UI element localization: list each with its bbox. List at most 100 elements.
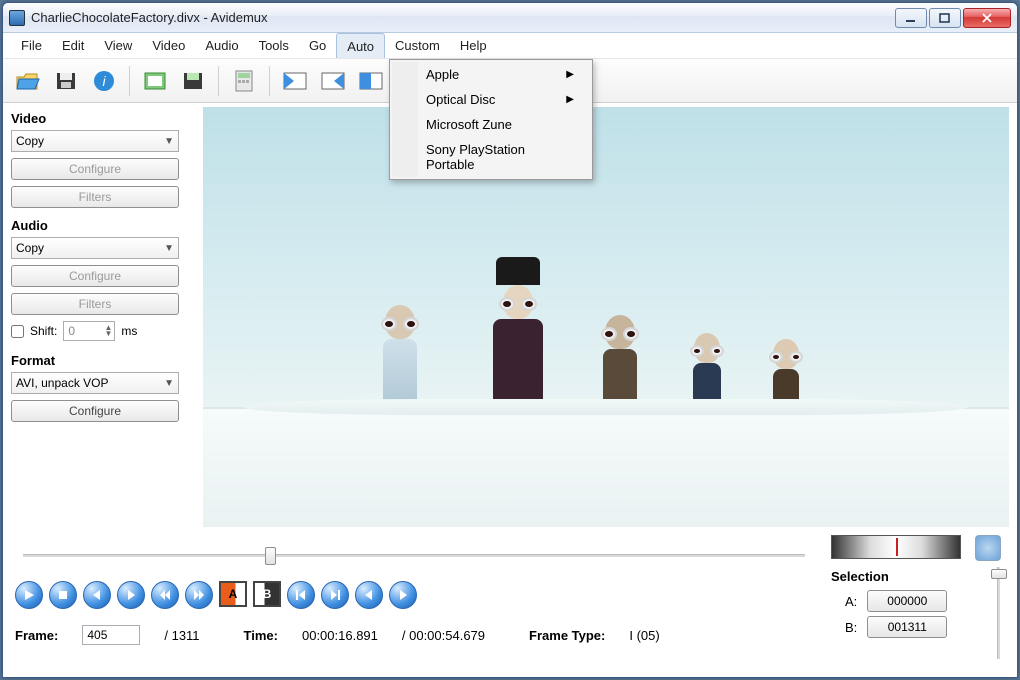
submenu-arrow-icon: ▶: [566, 69, 574, 80]
timeline-slider[interactable]: [23, 547, 805, 563]
load-script-button[interactable]: [138, 64, 172, 98]
frametype-label: Frame Type:: [529, 628, 605, 643]
goto-start-button[interactable]: [287, 581, 315, 609]
stop-button[interactable]: [49, 581, 77, 609]
audio-shift-checkbox[interactable]: [11, 325, 24, 338]
video-codec-value: Copy: [16, 134, 44, 148]
auto-menu-zune[interactable]: Microsoft Zune: [392, 112, 590, 137]
chevron-down-icon: ▼: [164, 378, 174, 389]
goto-end-button[interactable]: [321, 581, 349, 609]
minimize-button[interactable]: [895, 8, 927, 28]
menu-custom[interactable]: Custom: [385, 33, 450, 58]
auto-menu-apple[interactable]: Apple ▶: [392, 62, 590, 87]
set-marker-a-button[interactable]: A: [219, 581, 247, 607]
menu-auto[interactable]: Auto: [336, 33, 385, 58]
volume-slider[interactable]: [991, 567, 1005, 659]
next-keyframe-button[interactable]: [185, 581, 213, 609]
auto-menu-optical-disc[interactable]: Optical Disc ▶: [392, 87, 590, 112]
audio-shift-stepper[interactable]: 0 ▲▼: [63, 321, 115, 341]
frame-total: / 1311: [164, 628, 199, 643]
toolbar-separator: [218, 66, 219, 96]
prev-black-frame-button[interactable]: [355, 581, 383, 609]
submenu-arrow-icon: ▶: [566, 94, 574, 105]
audio-shift-row: Shift: 0 ▲▼ ms: [11, 321, 195, 341]
menu-video[interactable]: Video: [142, 33, 195, 58]
app-window: CharlieChocolateFactory.divx - Avidemux …: [2, 2, 1018, 678]
audio-codec-select[interactable]: Copy ▼: [11, 237, 179, 259]
audio-group-label: Audio: [11, 218, 195, 233]
menu-tools[interactable]: Tools: [249, 33, 299, 58]
selection-a-value[interactable]: 000000: [867, 590, 947, 612]
format-configure-button[interactable]: Configure: [11, 400, 179, 422]
marker-b-toolbar-button[interactable]: [316, 64, 350, 98]
play-button[interactable]: [15, 581, 43, 609]
video-filters-button[interactable]: Filters: [11, 186, 179, 208]
filter-preview-button[interactable]: [354, 64, 388, 98]
audio-configure-button[interactable]: Configure: [11, 265, 179, 287]
window-title: CharlieChocolateFactory.divx - Avidemux: [31, 10, 893, 25]
save-button[interactable]: [49, 64, 83, 98]
video-preview: [203, 107, 1009, 527]
titlebar: CharlieChocolateFactory.divx - Avidemux: [3, 3, 1017, 33]
video-codec-select[interactable]: Copy▼: [11, 130, 179, 152]
toolbar-separator: [269, 66, 270, 96]
video-configure-button[interactable]: Configure: [11, 158, 179, 180]
timeline-thumb[interactable]: [265, 547, 276, 565]
dd-label: Sony PlayStation Portable: [426, 142, 574, 172]
menu-go[interactable]: Go: [299, 33, 336, 58]
selection-b-label: B:: [845, 620, 857, 635]
set-marker-b-button[interactable]: B: [253, 581, 281, 607]
frametype-value: I (05): [629, 628, 659, 643]
format-value: AVI, unpack VOP: [16, 376, 109, 390]
open-file-button[interactable]: [11, 64, 45, 98]
app-icon: [9, 10, 25, 26]
auto-menu-psp[interactable]: Sony PlayStation Portable: [392, 137, 590, 177]
bottom-panel: A B Frame: / 1311 Time: 00:00:16.891 / 0…: [3, 531, 1017, 677]
next-frame-button[interactable]: [117, 581, 145, 609]
right-pane: Selection A: 000000 B: 001311: [825, 535, 1005, 669]
auto-menu-dropdown: Apple ▶ Optical Disc ▶ Microsoft Zune Sony…: [389, 59, 593, 180]
time-value: 00:00:16.891: [302, 628, 378, 643]
selection-a-label: A:: [845, 594, 857, 609]
preview-frame-image: [203, 107, 1009, 527]
prev-keyframe-button[interactable]: [151, 581, 179, 609]
menu-file[interactable]: File: [11, 33, 52, 58]
menubar: File Edit View Video Audio Tools Go Auto…: [3, 33, 1017, 59]
dd-label: Apple: [426, 67, 459, 82]
format-select[interactable]: AVI, unpack VOP ▼: [11, 372, 179, 394]
time-label: Time:: [244, 628, 278, 643]
selection-title: Selection: [831, 569, 1005, 584]
format-group-label: Format: [11, 353, 195, 368]
calculator-button[interactable]: [227, 64, 261, 98]
selection-b-value[interactable]: 001311: [867, 616, 947, 638]
window-controls: [893, 8, 1011, 28]
frame-input[interactable]: [82, 625, 140, 645]
next-black-frame-button[interactable]: [389, 581, 417, 609]
menu-audio[interactable]: Audio: [195, 33, 248, 58]
menu-edit[interactable]: Edit: [52, 33, 94, 58]
video-group-label: Video: [11, 111, 195, 126]
prev-frame-button[interactable]: [83, 581, 111, 609]
marker-a-toolbar-button[interactable]: [278, 64, 312, 98]
scrub-wheel-button[interactable]: [975, 535, 1001, 561]
left-panel: Video Copy ▼ Configure Filters Audio Copy…: [3, 103, 203, 531]
chevron-down-icon: ▼: [164, 243, 174, 254]
audio-shift-label: Shift:: [30, 324, 57, 338]
jog-wheel[interactable]: [831, 535, 961, 559]
maximize-button[interactable]: [929, 8, 961, 28]
stepper-arrows-icon: ▲▼: [104, 325, 112, 337]
dd-label: Optical Disc: [426, 92, 495, 107]
toolbar-separator: [129, 66, 130, 96]
time-total: / 00:00:54.679: [402, 628, 485, 643]
frame-label: Frame:: [15, 628, 58, 643]
audio-filters-button[interactable]: Filters: [11, 293, 179, 315]
menu-view[interactable]: View: [94, 33, 142, 58]
save-script-button[interactable]: [176, 64, 210, 98]
close-button[interactable]: [963, 8, 1011, 28]
audio-shift-value: 0: [68, 324, 75, 338]
dd-label: Microsoft Zune: [426, 117, 512, 132]
menu-help[interactable]: Help: [450, 33, 497, 58]
audio-codec-value: Copy: [16, 241, 44, 255]
audio-shift-unit: ms: [121, 324, 137, 338]
info-button[interactable]: i: [87, 64, 121, 98]
